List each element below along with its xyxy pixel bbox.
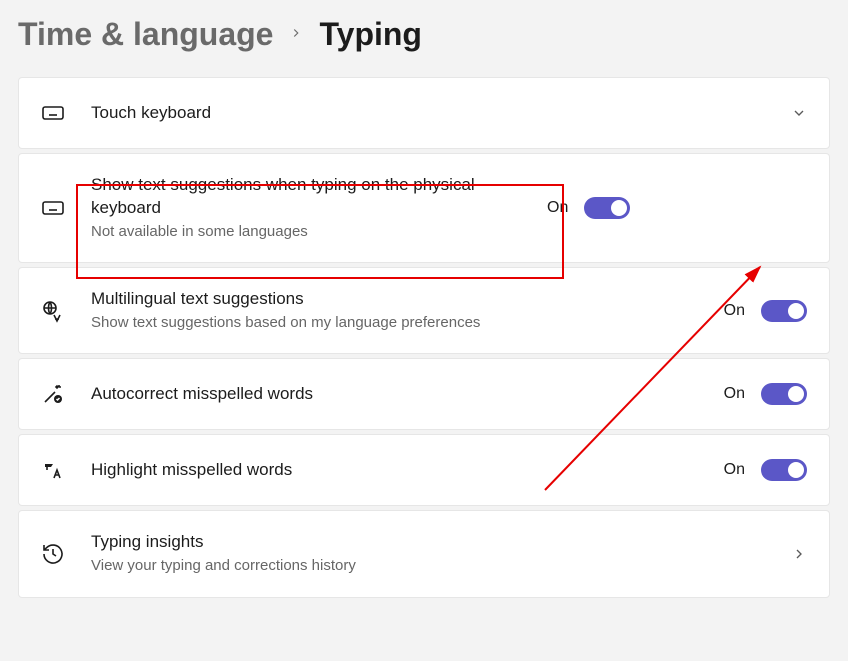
breadcrumb-current: Typing: [319, 16, 422, 53]
breadcrumb-parent[interactable]: Time & language: [18, 16, 273, 53]
setting-title: Highlight misspelled words: [91, 459, 724, 482]
toggle-switch[interactable]: [761, 459, 807, 481]
setting-title: Show text suggestions when typing on the…: [91, 174, 547, 220]
setting-title: Multilingual text suggestions: [91, 288, 724, 311]
settings-list: Touch keyboard Show text suggestions whe…: [0, 77, 848, 598]
setting-physical-keyboard-suggestions[interactable]: Show text suggestions when typing on the…: [18, 153, 830, 263]
breadcrumb: Time & language Typing: [0, 0, 848, 77]
setting-title: Typing insights: [91, 531, 791, 554]
setting-autocorrect[interactable]: Autocorrect misspelled words On: [18, 358, 830, 430]
keyboard-icon: [41, 196, 77, 220]
setting-typing-insights[interactable]: Typing insights View your typing and cor…: [18, 510, 830, 597]
history-icon: [41, 542, 77, 566]
setting-subtitle: Show text suggestions based on my langua…: [91, 313, 724, 333]
setting-title: Touch keyboard: [91, 102, 791, 125]
setting-touch-keyboard[interactable]: Touch keyboard: [18, 77, 830, 149]
chevron-right-icon: [791, 546, 807, 562]
setting-subtitle: View your typing and corrections history: [91, 556, 791, 576]
chevron-down-icon: [791, 105, 807, 121]
toggle-switch[interactable]: [584, 197, 630, 219]
toggle-state-label: On: [724, 385, 745, 403]
wand-check-icon: [41, 382, 77, 406]
setting-subtitle: Not available in some languages: [91, 222, 547, 242]
keyboard-icon: [41, 101, 77, 125]
setting-highlight-misspelled[interactable]: Highlight misspelled words On: [18, 434, 830, 506]
toggle-state-label: On: [724, 302, 745, 320]
chevron-right-icon: [289, 23, 303, 46]
setting-multilingual-suggestions[interactable]: Multilingual text suggestions Show text …: [18, 267, 830, 354]
toggle-switch[interactable]: [761, 300, 807, 322]
toggle-state-label: On: [547, 199, 568, 217]
toggle-state-label: On: [724, 461, 745, 479]
highlight-letter-icon: [41, 458, 77, 482]
toggle-switch[interactable]: [761, 383, 807, 405]
globe-translate-icon: [41, 299, 77, 323]
setting-title: Autocorrect misspelled words: [91, 383, 724, 406]
